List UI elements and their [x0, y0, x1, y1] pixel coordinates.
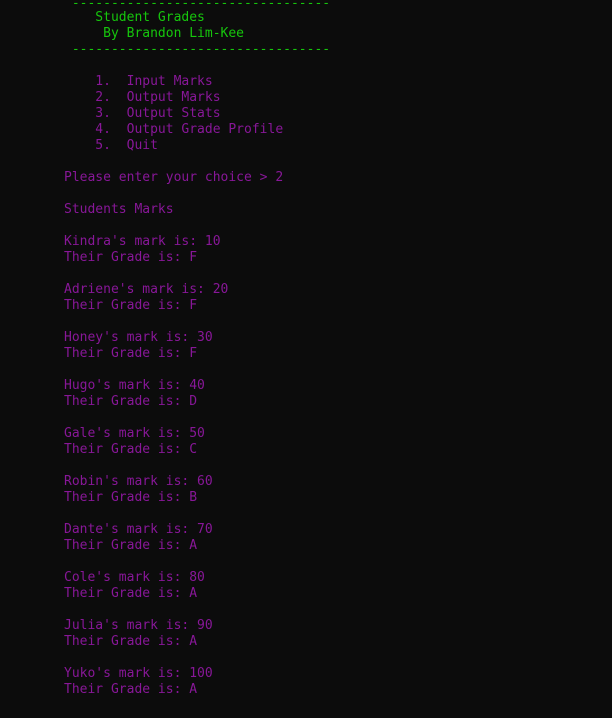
student-grade-line: Their Grade is: C	[64, 442, 198, 457]
student-grade-line: Their Grade is: A	[64, 634, 198, 649]
student-grade-line: Their Grade is: D	[64, 394, 198, 409]
student-grade-line: Their Grade is: A	[64, 538, 198, 553]
menu-item-output-marks: 2. Output Marks	[64, 90, 221, 105]
student-mark-line: Dante's mark is: 70	[64, 522, 213, 537]
section-title: Students Marks	[64, 202, 174, 217]
student-mark-line: Kindra's mark is: 10	[64, 234, 221, 249]
console-window[interactable]: --------------------------------- Studen…	[0, 0, 612, 718]
menu-item-output-stats: 3. Output Stats	[64, 106, 221, 121]
student-grade-line: Their Grade is: B	[64, 490, 198, 505]
student-grade-line: Their Grade is: F	[64, 346, 198, 361]
choice-prompt: Please enter your choice > 2	[64, 170, 284, 185]
menu-item-output-grade-profile: 4. Output Grade Profile	[64, 122, 284, 137]
student-mark-line: Gale's mark is: 50	[64, 426, 205, 441]
student-mark-line: Honey's mark is: 30	[64, 330, 213, 345]
student-mark-line: Adriene's mark is: 20	[64, 282, 229, 297]
student-grade-line: Their Grade is: F	[64, 250, 198, 265]
menu-item-input-marks: 1. Input Marks	[64, 74, 213, 89]
student-mark-line: Hugo's mark is: 40	[64, 378, 205, 393]
student-mark-line: Cole's mark is: 80	[64, 570, 205, 585]
menu-item-quit: 5. Quit	[64, 138, 158, 153]
app-author: By Brandon Lim-Kee	[64, 26, 245, 41]
student-mark-line: Julia's mark is: 90	[64, 618, 213, 633]
student-mark-line: Yuko's mark is: 100	[64, 666, 213, 681]
student-mark-line: Robin's mark is: 60	[64, 474, 213, 489]
student-grade-line: Their Grade is: A	[64, 682, 198, 697]
header-rule-bottom: ---------------------------------	[64, 42, 331, 57]
student-grade-line: Their Grade is: F	[64, 298, 198, 313]
app-title: Student Grades	[64, 10, 205, 25]
student-grade-line: Their Grade is: A	[64, 586, 198, 601]
